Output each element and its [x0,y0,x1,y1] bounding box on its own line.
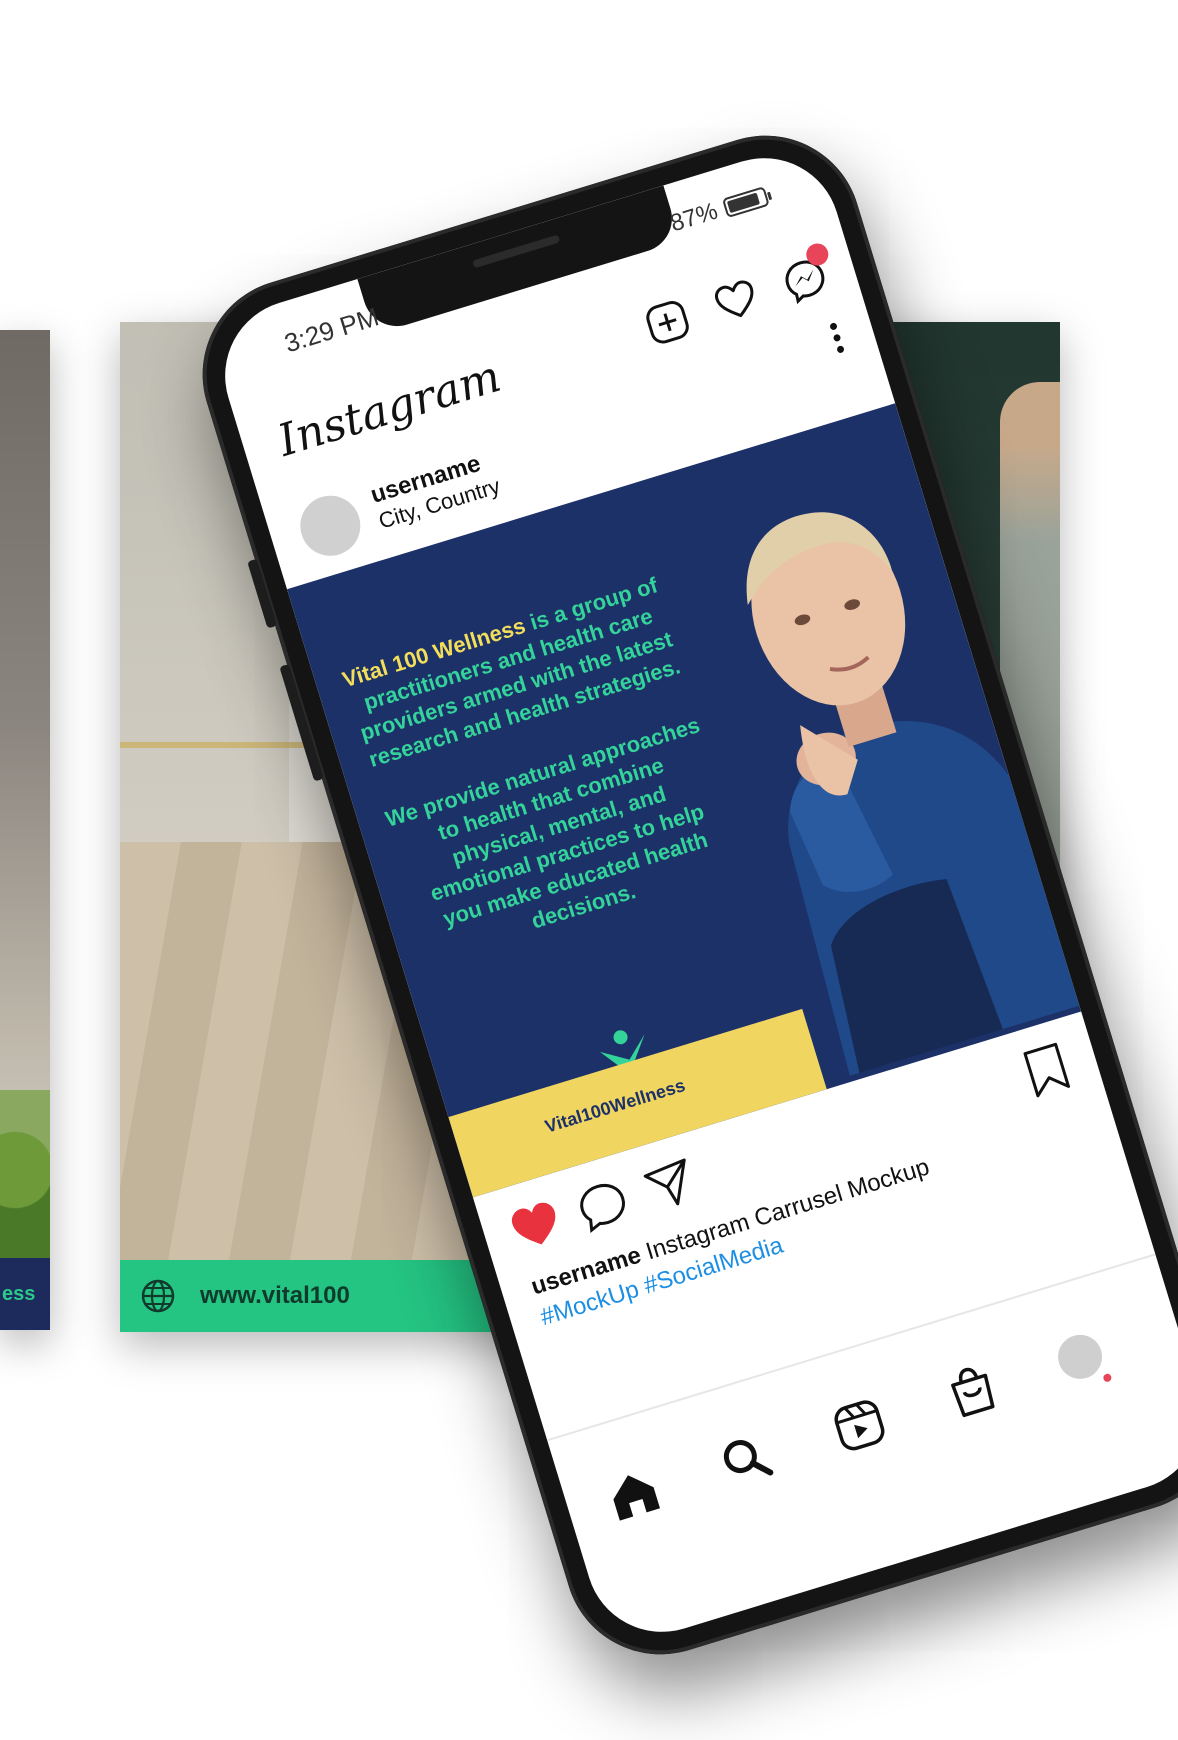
phone-mockup: 3:29 PM 87% Instagram username City, Cou… [68,50,1178,1680]
like-heart-icon[interactable] [504,1194,569,1259]
heart-icon[interactable] [709,274,764,329]
status-battery: 87% [667,182,773,238]
battery-tip [766,191,773,201]
more-options-icon[interactable] [826,317,850,366]
battery-fill [726,192,761,214]
shop-icon[interactable] [939,1357,1006,1424]
home-icon[interactable] [600,1461,667,1528]
profile-avatar[interactable] [1052,1329,1108,1385]
add-post-icon[interactable] [640,295,695,350]
carousel-card-left: ess [0,330,50,1330]
left-card-strip-text: ess [0,1258,50,1330]
earpiece-speaker [472,234,561,269]
bottom-navigation [548,1258,1178,1607]
phone-screen: 3:29 PM 87% Instagram username City, Cou… [206,139,1178,1651]
post-avatar[interactable] [292,488,368,564]
messenger-icon[interactable] [778,240,833,308]
battery-icon [721,186,773,219]
search-icon[interactable] [713,1426,780,1493]
comment-icon[interactable] [571,1173,636,1238]
status-time: 3:29 PM [280,301,383,359]
post-footer-logo: Vital100Wellness [542,1075,688,1137]
reels-icon[interactable] [826,1392,893,1459]
bookmark-icon[interactable] [1014,1038,1079,1103]
share-icon[interactable] [638,1153,703,1218]
battery-percent: 87% [667,197,721,238]
phone-body: 3:29 PM 87% Instagram username City, Cou… [178,111,1178,1679]
